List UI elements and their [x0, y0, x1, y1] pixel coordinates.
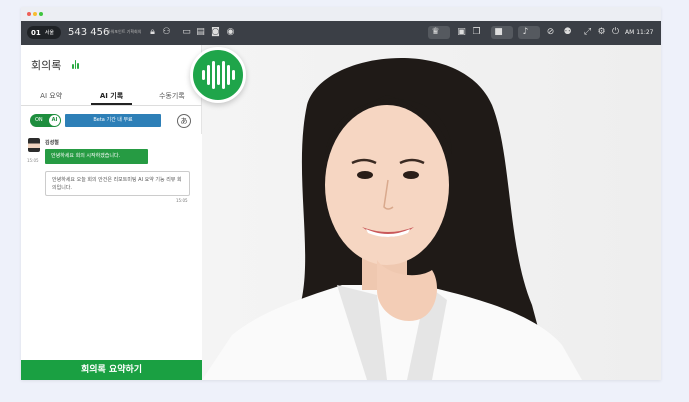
participant-video — [202, 45, 661, 380]
message-time: 15:05 — [27, 158, 39, 163]
maximize-dot[interactable] — [39, 12, 43, 16]
room-number-badge: 01 서울 — [27, 26, 61, 39]
app-window: 01 서울 543 456 파워포인트 기획회의 🔒︎ ⚇ ▭ ▤ ◙ ◉ ♛ … — [21, 7, 661, 380]
message-bubble: 안녕하세요 회의 시작하겠습니다. — [45, 149, 148, 164]
voice-recording-icon[interactable] — [190, 47, 246, 103]
transcript-box: 안녕하세요 오늘 회의 안건은 리모트미팅 AI 요약 기능 리뷰 회의입니다. — [45, 171, 190, 196]
minimize-dot[interactable] — [33, 12, 37, 16]
fullscreen-icon[interactable]: ⤢ — [582, 27, 593, 38]
room-number: 01 — [31, 28, 41, 37]
meeting-toolbar: 01 서울 543 456 파워포인트 기획회의 🔒︎ ⚇ ▭ ▤ ◙ ◉ ♛ … — [21, 21, 661, 45]
tab-ai-record[interactable]: AI 기록 — [81, 87, 141, 105]
document-icon[interactable]: ▤ — [195, 27, 206, 38]
clock: AM 11:27 — [625, 29, 654, 36]
minutes-panel: 회의록 AI 요약 AI 기록 수동기록 ON AI Beta 기간 내 무료 … — [21, 45, 202, 380]
participant-portrait — [202, 45, 661, 380]
room-subtitle: 파워포인트 기획회의 — [107, 29, 142, 34]
settings-icon[interactable]: ⚙ — [596, 27, 607, 38]
tab-manual-record[interactable]: 수동기록 — [142, 87, 202, 105]
ai-toggle[interactable]: ON AI — [30, 114, 61, 127]
crown-icon: ♛ — [431, 27, 440, 37]
video-icon: ■ — [494, 27, 503, 37]
toggle-knob: AI — [49, 115, 60, 126]
lock-icon[interactable]: 🔒︎ — [147, 27, 158, 38]
audio-wave-icon — [72, 60, 79, 69]
chat-log: 김성철 15:05 안녕하세요 회의 시작하겠습니다. 안녕하세요 오늘 회의 … — [21, 134, 202, 360]
tab-ai-summary[interactable]: AI 요약 — [21, 87, 81, 105]
camera-icon[interactable]: ◙ — [210, 27, 221, 38]
close-dot[interactable] — [27, 12, 31, 16]
minutes-tabs: AI 요약 AI 기록 수동기록 — [21, 87, 202, 105]
transcript-time: 15:05 — [176, 198, 188, 203]
room-location: 서울 — [44, 30, 54, 36]
tabs-divider — [21, 105, 202, 106]
summarize-minutes-button[interactable]: 회의록 요약하기 — [21, 360, 202, 380]
laptop-icon[interactable]: ▭ — [181, 27, 192, 38]
toggle-on-label: ON — [35, 117, 43, 123]
user-icon[interactable]: ⚇ — [161, 27, 172, 38]
window-titlebar — [21, 7, 661, 21]
copy-icon[interactable]: ❐ — [471, 27, 482, 38]
record-icon[interactable]: ◉ — [225, 27, 236, 38]
speaker-name: 김성철 — [45, 140, 59, 146]
language-button[interactable]: あ — [177, 114, 191, 128]
mic-icon: ♪ — [522, 27, 529, 37]
beta-notice: Beta 기간 내 무료 — [65, 114, 161, 127]
layout-icon[interactable]: ▣ — [456, 27, 467, 38]
exit-icon[interactable]: ⏻ — [610, 27, 621, 38]
avatar — [28, 138, 40, 152]
participants-icon[interactable]: ⚉ — [562, 27, 573, 38]
room-id: 543 456 — [68, 27, 110, 38]
panel-title: 회의록 — [31, 59, 62, 72]
speaker-icon[interactable]: ⊘ — [545, 27, 556, 38]
